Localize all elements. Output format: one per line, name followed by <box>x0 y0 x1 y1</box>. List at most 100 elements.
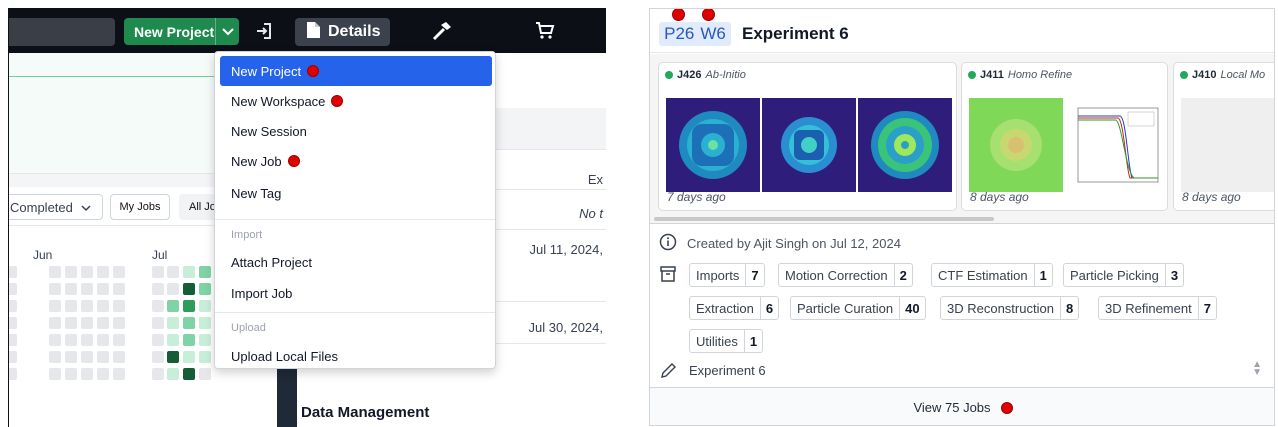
activity-cell[interactable] <box>65 351 77 363</box>
activity-cell[interactable] <box>97 351 109 363</box>
activity-cell[interactable] <box>113 266 125 278</box>
horizontal-scrollbar[interactable] <box>654 217 994 221</box>
category-tag[interactable]: Imports 7 <box>689 263 765 287</box>
activity-cell[interactable] <box>97 334 109 346</box>
activity-cell[interactable] <box>9 300 17 312</box>
activity-cell[interactable] <box>81 334 93 346</box>
category-tag[interactable]: Motion Correction 2 <box>778 263 913 287</box>
activity-cell[interactable] <box>81 351 93 363</box>
details-button[interactable]: Details <box>295 18 390 46</box>
activity-cell[interactable] <box>152 300 164 312</box>
my-jobs-button[interactable]: My Jobs <box>110 194 170 220</box>
activity-cell[interactable] <box>9 266 17 278</box>
activity-cell[interactable] <box>183 266 195 278</box>
activity-cell[interactable] <box>49 300 61 312</box>
activity-cell[interactable] <box>199 317 211 329</box>
activity-cell[interactable] <box>183 300 195 312</box>
activity-cell[interactable] <box>183 317 195 329</box>
workspace-description[interactable]: Experiment 6 <box>689 363 766 378</box>
category-tag[interactable]: 3D Refinement 7 <box>1098 296 1217 320</box>
activity-cell[interactable] <box>167 317 179 329</box>
activity-cell[interactable] <box>199 334 211 346</box>
job-card[interactable]: J411 Homo Refine 8 days ago <box>961 62 1168 211</box>
activity-cell[interactable] <box>113 351 125 363</box>
activity-cell[interactable] <box>9 351 17 363</box>
activity-cell[interactable] <box>9 317 17 329</box>
activity-cell[interactable] <box>152 368 164 380</box>
menu-item-new-tag[interactable]: New Tag <box>220 178 492 208</box>
activity-cell[interactable] <box>152 351 164 363</box>
activity-cell[interactable] <box>65 266 77 278</box>
activity-cell[interactable] <box>81 317 93 329</box>
activity-cell[interactable] <box>65 283 77 295</box>
activity-cell[interactable] <box>113 368 125 380</box>
activity-cell[interactable] <box>167 351 179 363</box>
activity-cell[interactable] <box>199 351 211 363</box>
activity-cell[interactable] <box>65 334 77 346</box>
activity-cell[interactable] <box>49 368 61 380</box>
activity-cell[interactable] <box>9 368 17 380</box>
activity-cell[interactable] <box>49 283 61 295</box>
activity-cell[interactable] <box>183 334 195 346</box>
activity-cell[interactable] <box>97 266 109 278</box>
category-tag[interactable]: CTF Estimation 1 <box>931 263 1053 287</box>
category-tag[interactable]: Particle Picking 3 <box>1063 263 1185 287</box>
activity-cell[interactable] <box>49 334 61 346</box>
view-jobs-button[interactable]: View 75 Jobs <box>650 387 1274 425</box>
activity-cell[interactable] <box>81 300 93 312</box>
activity-cell[interactable] <box>49 317 61 329</box>
activity-cell[interactable] <box>81 266 93 278</box>
activity-cell[interactable] <box>97 300 109 312</box>
sign-in-icon[interactable] <box>255 22 273 45</box>
activity-cell[interactable] <box>199 368 211 380</box>
activity-cell[interactable] <box>49 351 61 363</box>
job-card[interactable]: J410 Local Mo 8 days ago <box>1173 62 1274 211</box>
activity-cell[interactable] <box>113 317 125 329</box>
activity-cell[interactable] <box>167 300 179 312</box>
activity-cell[interactable] <box>81 368 93 380</box>
activity-cell[interactable] <box>152 266 164 278</box>
category-tag[interactable]: Utilities 1 <box>689 329 764 353</box>
category-tag[interactable]: Particle Curation 40 <box>790 296 926 320</box>
menu-item-attach-project[interactable]: Attach Project <box>220 247 492 277</box>
activity-cell[interactable] <box>113 283 125 295</box>
project-workspace-badge[interactable]: P26 W6 <box>659 22 731 46</box>
activity-cell[interactable] <box>9 334 17 346</box>
activity-cell[interactable] <box>65 368 77 380</box>
activity-cell[interactable] <box>167 368 179 380</box>
activity-cell[interactable] <box>183 351 195 363</box>
activity-cell[interactable] <box>183 368 195 380</box>
activity-cell[interactable] <box>199 266 211 278</box>
menu-item-new-job[interactable]: New Job <box>220 146 492 176</box>
activity-cell[interactable] <box>97 317 109 329</box>
status-filter-select[interactable]: Completed <box>9 194 103 220</box>
pencil-icon[interactable] <box>660 362 677 384</box>
menu-item-new-project[interactable]: New Project <box>220 56 492 86</box>
activity-cell[interactable] <box>81 283 93 295</box>
activity-cell[interactable] <box>97 283 109 295</box>
new-project-button[interactable]: New Project <box>124 18 239 45</box>
activity-cell[interactable] <box>199 300 211 312</box>
job-card[interactable]: J426 Ab-Initio 7 days ago <box>658 62 957 211</box>
activity-cell[interactable] <box>65 300 77 312</box>
activity-cell[interactable] <box>97 368 109 380</box>
category-tag[interactable]: Extraction 6 <box>689 296 780 320</box>
activity-cell[interactable] <box>152 283 164 295</box>
category-tag[interactable]: 3D Reconstruction 8 <box>940 296 1080 320</box>
activity-cell[interactable] <box>49 266 61 278</box>
activity-cell[interactable] <box>152 317 164 329</box>
resize-updown-icon[interactable]: ▲ ▼ <box>1252 360 1262 378</box>
activity-cell[interactable] <box>152 334 164 346</box>
hammer-icon[interactable] <box>431 20 453 47</box>
activity-cell[interactable] <box>9 283 17 295</box>
activity-cell[interactable] <box>183 283 195 295</box>
activity-cell[interactable] <box>113 300 125 312</box>
chevron-down-icon[interactable] <box>215 18 239 45</box>
activity-cell[interactable] <box>167 334 179 346</box>
menu-item-import-job[interactable]: Import Job <box>220 278 492 308</box>
activity-cell[interactable] <box>167 266 179 278</box>
toolbar-search-area[interactable] <box>9 18 115 46</box>
activity-cell[interactable] <box>65 317 77 329</box>
menu-item-new-session[interactable]: New Session <box>220 116 492 146</box>
menu-item-upload-local-files[interactable]: Upload Local Files <box>220 341 492 371</box>
